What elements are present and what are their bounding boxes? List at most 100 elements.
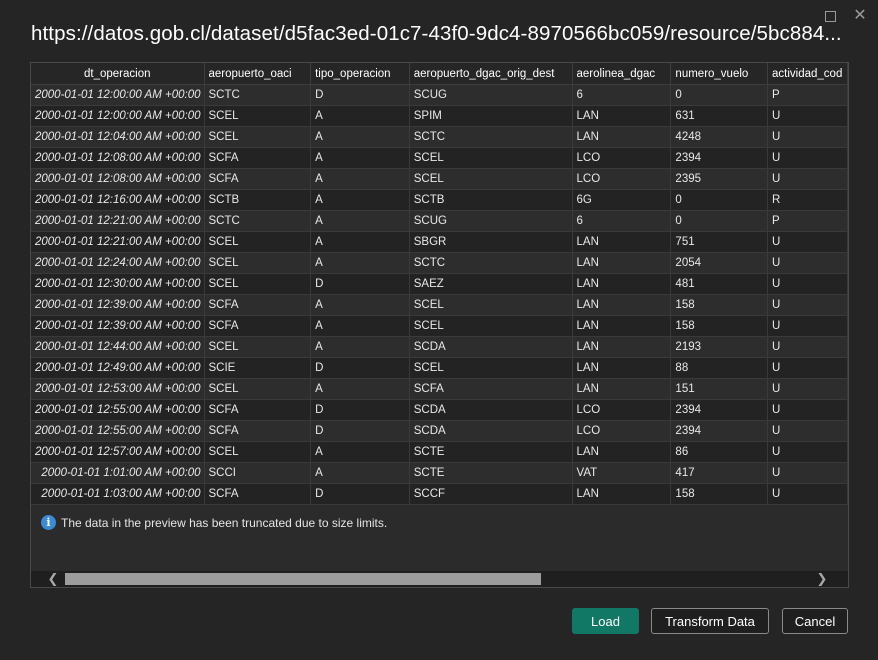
preview-panel: dt_operacion aeropuerto_oaci tipo_operac… [30, 62, 849, 588]
dialog-title: https://datos.gob.cl/dataset/d5fac3ed-01… [31, 22, 842, 45]
table-row: 2000-01-01 12:57:00 AM +00:00 SCEL A SCTE LA… [31, 441, 848, 463]
table-row: 2000-01-01 12:24:00 AM +00:00 SCEL A SCTC LA… [31, 252, 848, 274]
column-header[interactable]: actividad_cod [767, 63, 848, 85]
table-cell: U [767, 462, 848, 484]
table-cell: 88 [670, 357, 769, 379]
column-header[interactable]: tipo_operacion [310, 63, 410, 85]
table-cell: 6 [572, 84, 672, 106]
table-cell: 2394 [670, 420, 769, 442]
table-cell: D [310, 273, 410, 295]
close-button[interactable]: ✕ [850, 6, 870, 26]
header-row: dt_operacion aeropuerto_oaci tipo_operac… [31, 63, 848, 85]
table-cell: VAT [572, 462, 672, 484]
scroll-right-icon[interactable]: ❯ [812, 571, 832, 587]
table-cell: SCFA [204, 399, 312, 421]
table-cell: LAN [572, 315, 672, 337]
transform-data-button[interactable]: Transform Data [651, 608, 769, 634]
table-cell: D [310, 420, 410, 442]
table-cell: SCEL [204, 231, 312, 253]
table-cell: U [767, 126, 848, 148]
table-cell: U [767, 483, 848, 505]
table-cell: 2000-01-01 12:00:00 AM +00:00 [31, 84, 205, 106]
table-cell: 158 [670, 315, 769, 337]
table-cell: SCFA [204, 483, 312, 505]
table-cell: A [310, 294, 410, 316]
table-cell: LAN [572, 126, 672, 148]
table-cell: 2000-01-01 12:08:00 AM +00:00 [31, 147, 205, 169]
table-cell: U [767, 378, 848, 400]
column-header[interactable]: aerolinea_dgac [572, 63, 672, 85]
table-cell: 6 [572, 210, 672, 232]
table-cell: SCEL [204, 336, 312, 358]
table-cell: 417 [670, 462, 769, 484]
table-cell: A [310, 441, 410, 463]
table-cell: 481 [670, 273, 769, 295]
table-cell: SCEL [409, 147, 573, 169]
table-cell: 2000-01-01 12:21:00 AM +00:00 [31, 231, 205, 253]
table-cell: 2000-01-01 12:04:00 AM +00:00 [31, 126, 205, 148]
horizontal-scrollbar[interactable]: ❮ ❯ [31, 571, 848, 587]
table-row: 2000-01-01 12:00:00 AM +00:00 SCTC D SCUG 6 0… [31, 84, 848, 106]
table-cell: A [310, 105, 410, 127]
table-cell: LAN [572, 357, 672, 379]
table-cell: 158 [670, 294, 769, 316]
table-cell: LAN [572, 231, 672, 253]
table-cell: LAN [572, 273, 672, 295]
table-cell: SCUG [409, 210, 573, 232]
table-row: 2000-01-01 12:44:00 AM +00:00 SCEL A SCDA LA… [31, 336, 848, 358]
table-cell: SCTE [409, 441, 573, 463]
table-cell: SCEL [204, 252, 312, 274]
table-cell: SCUG [409, 84, 573, 106]
column-header[interactable]: aeropuerto_dgac_orig_dest [409, 63, 573, 85]
scroll-left-icon[interactable]: ❮ [43, 571, 63, 587]
table-cell: SCTB [204, 189, 312, 211]
table-row: 2000-01-01 12:16:00 AM +00:00 SCTB A SCTB 6G… [31, 189, 848, 211]
truncation-notice: i The data in the preview has been trunc… [41, 515, 387, 530]
table-cell: 2000-01-01 1:01:00 AM +00:00 [31, 462, 205, 484]
table-cell: SCEL [409, 294, 573, 316]
table-row: 2000-01-01 12:49:00 AM +00:00 SCIE D SCEL LA… [31, 357, 848, 379]
column-header[interactable]: numero_vuelo [670, 63, 769, 85]
table-cell: LAN [572, 336, 672, 358]
table-cell: 2000-01-01 1:03:00 AM +00:00 [31, 483, 205, 505]
load-button[interactable]: Load [572, 608, 639, 634]
table-cell: SCFA [204, 147, 312, 169]
notice-text: The data in the preview has been truncat… [61, 515, 388, 530]
table-cell: A [310, 315, 410, 337]
table-cell: SCTC [204, 84, 312, 106]
table-cell: U [767, 168, 848, 190]
table-cell: 2000-01-01 12:44:00 AM +00:00 [31, 336, 205, 358]
table-cell: SCEL [204, 105, 312, 127]
scrollbar-thumb[interactable] [65, 573, 541, 585]
table-cell: SCDA [409, 336, 573, 358]
table-cell: A [310, 168, 410, 190]
table-row: 2000-01-01 12:39:00 AM +00:00 SCFA A SCEL LA… [31, 315, 848, 337]
table-cell: SCFA [409, 378, 573, 400]
table-cell: 86 [670, 441, 769, 463]
column-header[interactable]: dt_operacion [31, 63, 205, 85]
table-cell: LCO [572, 420, 672, 442]
table-cell: U [767, 231, 848, 253]
table-cell: SCEL [204, 273, 312, 295]
table-row: 2000-01-01 12:04:00 AM +00:00 SCEL A SCTC LA… [31, 126, 848, 148]
table-cell: SCFA [204, 168, 312, 190]
table-cell: 2000-01-01 12:16:00 AM +00:00 [31, 189, 205, 211]
table-cell: 2054 [670, 252, 769, 274]
table-cell: 751 [670, 231, 769, 253]
table-row: 2000-01-01 12:55:00 AM +00:00 SCFA D SCDA LC… [31, 399, 848, 421]
table-row: 2000-01-01 12:00:00 AM +00:00 SCEL A SPIM LA… [31, 105, 848, 127]
table-cell: SCTB [409, 189, 573, 211]
table-cell: A [310, 252, 410, 274]
table-row: 2000-01-01 12:21:00 AM +00:00 SCTC A SCUG 6 0… [31, 210, 848, 232]
info-icon: i [41, 515, 56, 530]
cancel-button[interactable]: Cancel [782, 608, 848, 634]
table-cell: 2000-01-01 12:30:00 AM +00:00 [31, 273, 205, 295]
table-cell: 631 [670, 105, 769, 127]
table-cell: D [310, 399, 410, 421]
table-cell: 2000-01-01 12:53:00 AM +00:00 [31, 378, 205, 400]
table-cell: A [310, 210, 410, 232]
table-cell: 2395 [670, 168, 769, 190]
column-header[interactable]: aeropuerto_oaci [204, 63, 312, 85]
table-cell: LAN [572, 294, 672, 316]
table-row: 2000-01-01 12:55:00 AM +00:00 SCFA D SCDA LC… [31, 420, 848, 442]
